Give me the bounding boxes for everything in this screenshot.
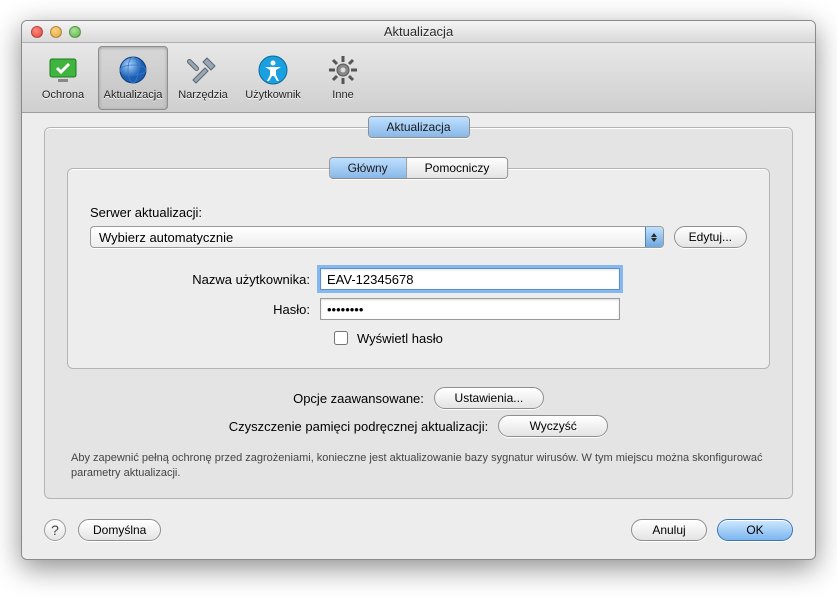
tab-primary[interactable]: Główny xyxy=(330,158,407,178)
window-controls xyxy=(22,26,81,38)
toolbar-item-protection[interactable]: Ochrona xyxy=(28,46,98,110)
window-body: Aktualizacja Główny Pomocniczy Serwer ak… xyxy=(22,113,815,559)
show-password-checkbox[interactable] xyxy=(334,331,348,345)
accessibility-icon xyxy=(257,54,289,86)
toolbar-item-user[interactable]: Użytkownik xyxy=(238,46,308,110)
minimize-icon[interactable] xyxy=(50,26,62,38)
preferences-window: Aktualizacja Ochrona Aktualizacja Narzęd… xyxy=(21,20,816,560)
password-label: Hasło: xyxy=(90,302,320,317)
toolbar-item-label: Aktualizacja xyxy=(104,89,163,101)
outer-tab-group: Aktualizacja Główny Pomocniczy Serwer ak… xyxy=(44,127,793,499)
select-arrows-icon xyxy=(645,227,663,247)
toolbar-item-tools[interactable]: Narzędzia xyxy=(168,46,238,110)
toolbar-item-other[interactable]: Inne xyxy=(308,46,378,110)
close-icon[interactable] xyxy=(31,26,43,38)
username-field[interactable] xyxy=(320,268,620,290)
advanced-options-label: Opcje zaawansowane: xyxy=(293,391,424,406)
tools-icon xyxy=(187,54,219,86)
zoom-icon[interactable] xyxy=(69,26,81,38)
server-select[interactable]: Wybierz automatycznie xyxy=(90,226,664,248)
window-title: Aktualizacja xyxy=(22,24,815,39)
cache-clear-label: Czyszczenie pamięci podręcznej aktualiza… xyxy=(229,419,488,434)
tab-update[interactable]: Aktualizacja xyxy=(368,117,468,137)
username-label: Nazwa użytkownika: xyxy=(90,272,320,287)
edit-server-button[interactable]: Edytuj... xyxy=(674,226,747,248)
toolbar-item-label: Narzędzia xyxy=(178,89,228,101)
titlebar: Aktualizacja xyxy=(22,21,815,43)
show-password-label: Wyświetl hasło xyxy=(357,331,443,346)
toolbar-item-update[interactable]: Aktualizacja xyxy=(98,46,168,110)
toolbar-item-label: Użytkownik xyxy=(245,89,301,101)
ok-button[interactable]: OK xyxy=(717,519,793,541)
server-select-value: Wybierz automatycznie xyxy=(99,230,233,245)
toolbar-item-label: Ochrona xyxy=(42,89,84,101)
shield-monitor-icon xyxy=(47,54,79,86)
cancel-button[interactable]: Anuluj xyxy=(631,519,707,541)
server-label: Serwer aktualizacji: xyxy=(90,205,747,220)
clear-cache-button[interactable]: Wyczyść xyxy=(498,415,608,437)
settings-button[interactable]: Ustawienia... xyxy=(434,387,544,409)
inner-tab-group: Główny Pomocniczy Serwer aktualizacji: W… xyxy=(67,168,770,369)
default-button[interactable]: Domyślna xyxy=(78,519,161,541)
globe-icon xyxy=(117,54,149,86)
gear-icon xyxy=(327,54,359,86)
tab-secondary[interactable]: Pomocniczy xyxy=(407,158,508,178)
inner-tab-segmented: Główny Pomocniczy xyxy=(329,157,509,179)
footer: ? Domyślna Anuluj OK xyxy=(44,519,793,541)
password-field[interactable] xyxy=(320,298,620,320)
help-text: Aby zapewnić pełną ochronę przed zagroże… xyxy=(67,451,770,482)
toolbar-item-label: Inne xyxy=(332,89,353,101)
help-button[interactable]: ? xyxy=(44,519,66,541)
outer-tab-segmented: Aktualizacja xyxy=(367,116,469,138)
toolbar: Ochrona Aktualizacja Narzędzia Użytkowni… xyxy=(22,43,815,113)
